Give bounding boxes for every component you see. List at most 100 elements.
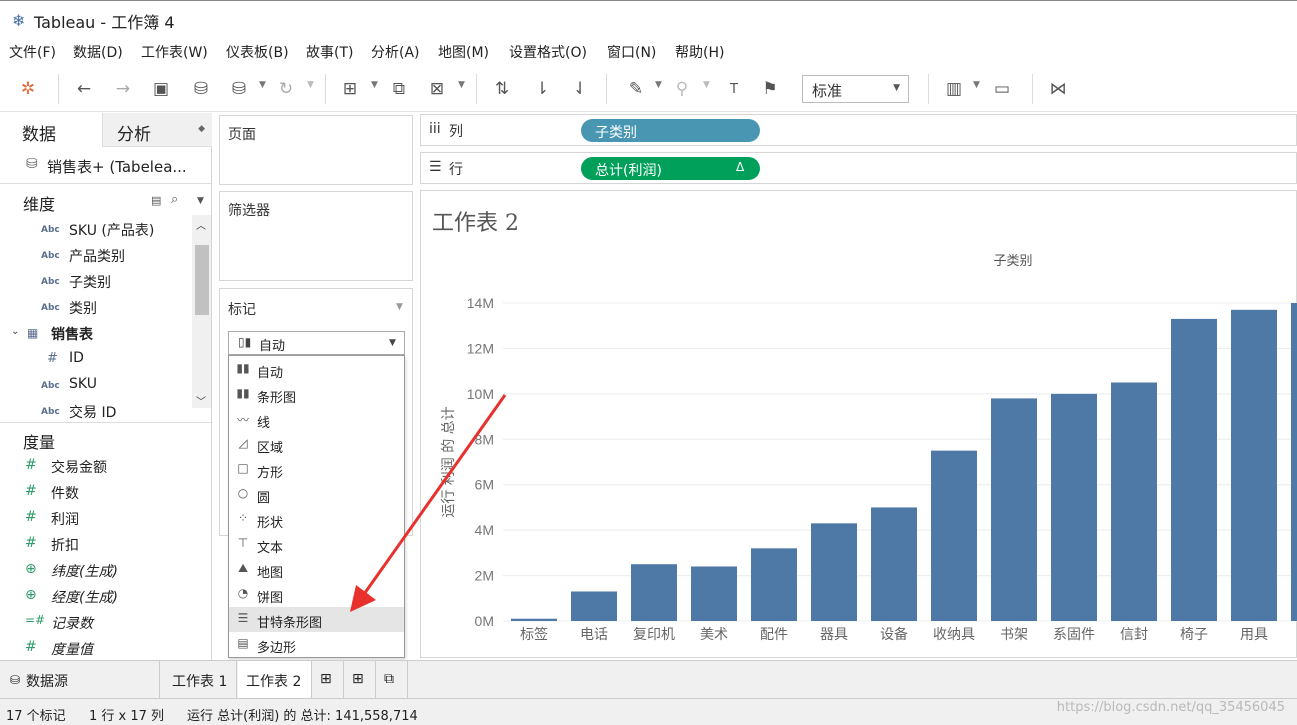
globe-icon: ⊕: [25, 561, 37, 577]
chevron-down-icon[interactable]: ▼: [307, 80, 314, 90]
menu-map[interactable]: 地图(M): [438, 42, 489, 62]
menu-help[interactable]: 帮助(H): [675, 42, 724, 62]
columns-icon: iii: [429, 121, 441, 137]
mark-option-automatic[interactable]: ▮▮ 自动: [229, 357, 404, 382]
mark-option-circle[interactable]: ○ 圆: [229, 482, 404, 507]
undo-icon[interactable]: ←: [72, 78, 96, 100]
show-me-icon[interactable]: ▥: [942, 78, 966, 100]
chevron-down-icon[interactable]: ▼: [197, 196, 204, 206]
mark-option-square[interactable]: □ 方形: [229, 457, 404, 482]
field-item[interactable]: Abc 类别: [0, 295, 192, 321]
chevron-down-icon[interactable]: ▼: [973, 80, 980, 90]
mark-option-map[interactable]: ⛰ 地图: [229, 557, 404, 582]
chevron-down-icon[interactable]: ▼: [703, 80, 710, 90]
field-item[interactable]: # 度量值: [0, 636, 192, 662]
bar: [1051, 393, 1097, 621]
tab-datasource[interactable]: ⛁ 数据源: [0, 661, 160, 699]
field-item[interactable]: ⊕ 纬度(生成): [0, 558, 192, 584]
pin-icon[interactable]: ⚑: [758, 78, 782, 100]
mark-option-line[interactable]: 〰线: [229, 407, 404, 432]
new-datasource-icon[interactable]: ⛁: [189, 78, 213, 100]
columns-pill[interactable]: 子类别: [581, 119, 760, 142]
mark-option-shape[interactable]: ⁘ 形状: [229, 507, 404, 532]
rows-shelf[interactable]: ☰ 行 总计(利润) Δ: [420, 152, 1297, 184]
mark-option-polygon[interactable]: ▤ 多边形: [229, 632, 404, 657]
field-item[interactable]: # 折扣: [0, 532, 192, 558]
mark-option-pie[interactable]: ◔ 饼图: [229, 582, 404, 607]
field-item[interactable]: ⊕ 经度(生成): [0, 584, 192, 610]
menu-file[interactable]: 文件(F): [9, 42, 56, 62]
share-icon[interactable]: ⋈: [1046, 78, 1070, 100]
group-icon[interactable]: ⚲: [670, 78, 694, 100]
menu-worksheet[interactable]: 工作表(W): [141, 42, 208, 62]
tab-data[interactable]: 数据: [0, 113, 103, 147]
new-worksheet-icon[interactable]: ⊞: [338, 78, 362, 100]
field-item[interactable]: =# 记录数: [0, 610, 192, 636]
menu-data[interactable]: 数据(D): [73, 42, 123, 62]
tab-analysis[interactable]: 分析 ◆: [103, 113, 212, 147]
status-sum: 运行 总计(利润) 的 总计: 141,558,714: [187, 709, 418, 724]
mark-option-bar[interactable]: ▮▮ 条形图: [229, 382, 404, 407]
search-icon[interactable]: ⌕: [171, 192, 178, 207]
x-category-label: 设备: [880, 626, 908, 643]
field-item[interactable]: # 交易金额: [0, 454, 192, 480]
chevron-down-icon[interactable]: ▼: [458, 80, 465, 90]
field-item[interactable]: # 利润: [0, 506, 192, 532]
refresh-icon[interactable]: ↻: [274, 78, 298, 100]
field-item[interactable]: Abc 产品类别: [0, 243, 192, 269]
menu-story[interactable]: 故事(T): [306, 42, 353, 62]
new-story-icon[interactable]: ⧉: [376, 661, 408, 699]
clear-sheet-icon[interactable]: ⊠: [425, 78, 449, 100]
number-icon: #: [25, 483, 37, 499]
datasource-row[interactable]: ⛁ 销售表+ (Tabelea...: [0, 147, 211, 184]
x-category-label: 椅子: [1180, 627, 1208, 643]
field-item[interactable]: Abc SKU: [0, 373, 192, 399]
new-dashboard-icon[interactable]: ⊞: [344, 661, 376, 699]
table-folder[interactable]: ⌄ ▦ 销售表: [0, 321, 192, 347]
menu-dashboard[interactable]: 仪表板(B): [226, 42, 289, 62]
field-item[interactable]: # ID: [0, 347, 192, 373]
abc-icon: Abc: [41, 277, 60, 287]
chevron-down-icon[interactable]: ▼: [371, 80, 378, 90]
new-worksheet-icon[interactable]: ⊞: [312, 661, 344, 699]
duplicate-sheet-icon[interactable]: ⧉: [387, 78, 411, 100]
menu-window[interactable]: 窗口(N): [607, 42, 656, 62]
field-item[interactable]: Abc 子类别: [0, 269, 192, 295]
swap-icon[interactable]: ⇅: [490, 78, 514, 100]
save-icon[interactable]: ▣: [149, 78, 173, 100]
x-category-label: 用具: [1240, 627, 1268, 643]
mark-option-area[interactable]: ◿ 区域: [229, 432, 404, 457]
chevron-down-icon[interactable]: ▼: [655, 80, 662, 90]
highlight-icon[interactable]: ✎: [624, 78, 648, 100]
rows-pill[interactable]: 总计(利润) Δ: [581, 157, 760, 180]
label-icon[interactable]: T: [722, 78, 746, 100]
redo-icon[interactable]: →: [111, 78, 135, 100]
mark-option-text[interactable]: ⊤ 文本: [229, 532, 404, 557]
pages-shelf[interactable]: 页面: [219, 115, 413, 185]
chevron-down-icon[interactable]: ▼: [259, 80, 266, 90]
scrollbar-thumb[interactable]: [195, 245, 209, 315]
tableau-start-icon[interactable]: ✲: [16, 78, 40, 100]
tab-sheet-1[interactable]: 工作表 1: [164, 661, 237, 699]
fit-dropdown[interactable]: 标准 ▼: [802, 75, 909, 103]
tab-sheet-2[interactable]: 工作表 2: [238, 661, 312, 699]
bar: [1111, 382, 1157, 621]
presentation-icon[interactable]: ▭: [990, 78, 1014, 100]
menu-format[interactable]: 设置格式(O): [509, 42, 587, 62]
shapes-icon: ⁘: [237, 511, 249, 525]
scroll-up-icon[interactable]: ︿: [196, 217, 206, 232]
chevron-down-icon[interactable]: ▼: [396, 302, 403, 312]
columns-shelf[interactable]: iii 列 子类别: [420, 114, 1297, 146]
filters-shelf[interactable]: 筛选器: [219, 191, 413, 281]
field-item[interactable]: Abc SKU (产品表): [0, 217, 192, 243]
bar: [571, 591, 617, 621]
pause-updates-icon[interactable]: ⛁: [227, 78, 251, 100]
sort-ascending-icon[interactable]: ⇂: [530, 78, 554, 100]
mark-option-gantt[interactable]: ☰ 甘特条形图: [229, 607, 404, 632]
sort-descending-icon[interactable]: ⇃: [568, 78, 592, 100]
list-view-icon[interactable]: ▤: [151, 194, 161, 207]
scroll-down-icon[interactable]: ﹀: [196, 393, 206, 408]
field-item[interactable]: # 件数: [0, 480, 192, 506]
menu-analysis[interactable]: 分析(A): [371, 42, 420, 62]
mark-type-dropdown[interactable]: ▯▮ 自动 ▼: [228, 331, 405, 355]
